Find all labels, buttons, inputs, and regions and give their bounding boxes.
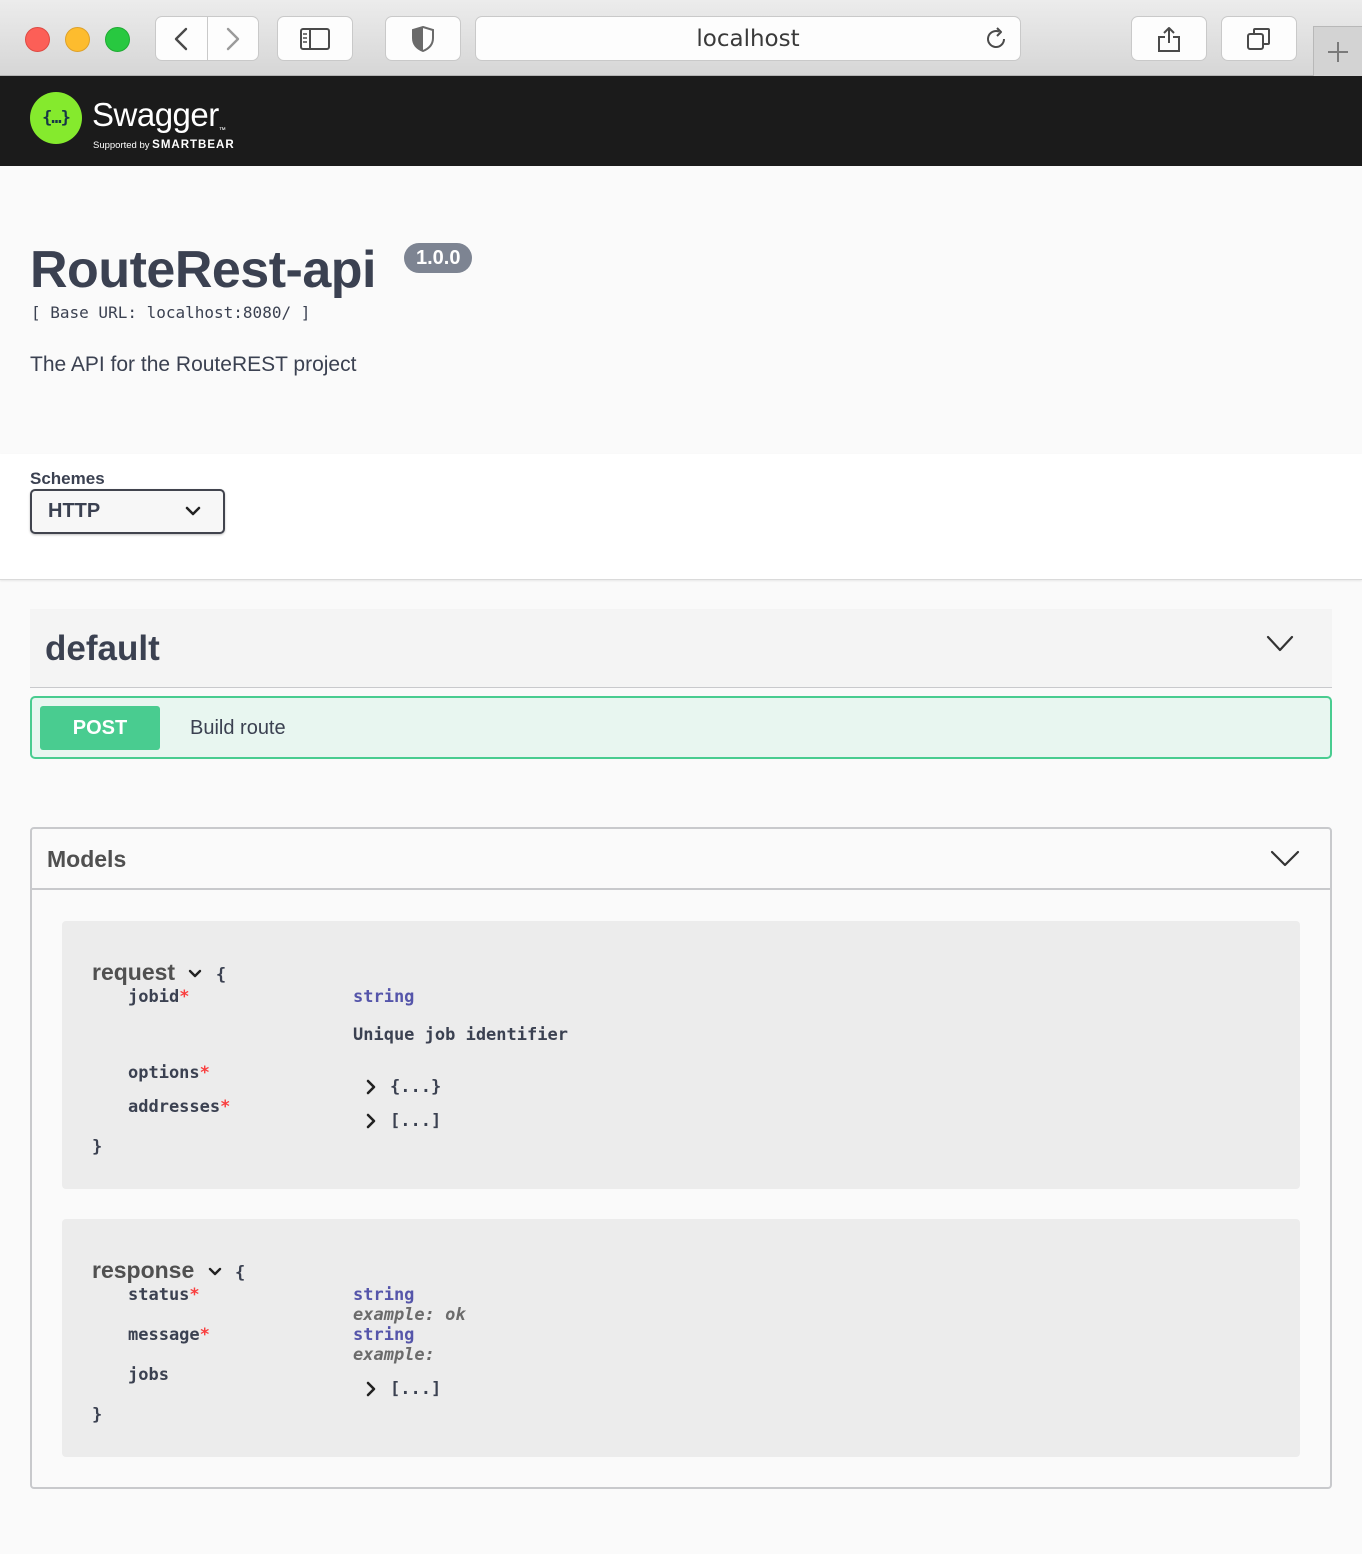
address-bar[interactable]: localhost: [475, 16, 1021, 61]
plus-icon: [1328, 41, 1348, 62]
required-marker: *: [199, 1063, 210, 1083]
tabs-icon: [1247, 27, 1270, 50]
chevron-down-icon: [208, 1267, 221, 1276]
prop-type: string: [353, 1325, 415, 1345]
swagger-logo-icon[interactable]: {…}: [30, 92, 82, 144]
chevron-right-icon: [366, 1079, 376, 1095]
supported-prefix: Supported by: [93, 140, 150, 151]
url-text: localhost: [696, 25, 800, 52]
brand-text: Swagger: [92, 96, 219, 133]
back-button[interactable]: [156, 17, 207, 60]
prop-example: example:: [353, 1345, 435, 1365]
operation-post[interactable]: POST Build route: [30, 696, 1332, 759]
zoom-window-button[interactable]: [105, 27, 130, 52]
api-description: The API for the RouteREST project: [30, 353, 357, 376]
prop-label: addresses: [128, 1097, 221, 1117]
prop-type: string: [353, 1285, 415, 1305]
tag-default-header[interactable]: default: [30, 609, 1332, 688]
chevron-down-icon: [189, 969, 202, 978]
prop-label: options: [128, 1063, 200, 1083]
expand-toggle[interactable]: [...]: [366, 1379, 441, 1399]
prop-name: jobs: [128, 1365, 169, 1385]
history-nav: [155, 16, 259, 61]
expand-toggle[interactable]: [...]: [366, 1111, 441, 1131]
tabs-overview-button[interactable]: [1221, 16, 1297, 61]
model-title: response: [92, 1257, 195, 1283]
prop-name: status*: [128, 1285, 200, 1305]
model-response: response { status* string example: ok me…: [62, 1219, 1300, 1457]
reload-icon[interactable]: [984, 27, 1008, 51]
forward-button[interactable]: [206, 17, 259, 60]
chevron-down-icon: [1266, 635, 1294, 652]
required-marker: *: [189, 1285, 200, 1305]
model-request: request { jobid* string Unique job ident…: [62, 921, 1300, 1189]
prop-label: status: [128, 1285, 190, 1305]
schemes-label: Schemes: [30, 469, 105, 488]
close-brace: }: [92, 1137, 103, 1157]
collapsed-value: {...}: [390, 1077, 442, 1097]
share-icon: [1158, 26, 1180, 52]
schemes-selected: HTTP: [48, 500, 101, 522]
models-header[interactable]: Models: [32, 829, 1330, 890]
share-button[interactable]: [1131, 16, 1207, 61]
new-tab-button[interactable]: [1313, 26, 1362, 76]
prop-label: jobs: [128, 1365, 169, 1385]
sidebar-button[interactable]: [277, 16, 353, 61]
collapsed-value: [...]: [390, 1111, 442, 1131]
collapsed-value: [...]: [390, 1379, 442, 1399]
logo-glyph: {…}: [42, 108, 71, 128]
required-marker: *: [199, 1325, 210, 1345]
expand-toggle[interactable]: {...}: [366, 1077, 441, 1097]
open-brace: {: [215, 965, 227, 985]
swagger-brand[interactable]: Swagger™: [92, 96, 226, 134]
prop-description: Unique job identifier: [353, 1025, 568, 1045]
base-url: [ Base URL: localhost:8080/ ]: [31, 303, 311, 322]
open-brace: {: [235, 1263, 246, 1283]
chevron-down-icon: [185, 506, 201, 516]
chevron-right-icon: [366, 1381, 376, 1397]
schemes-select[interactable]: HTTP: [30, 489, 225, 534]
prop-example: example: ok: [353, 1305, 466, 1325]
sidebar-icon: [300, 27, 330, 50]
required-marker: *: [220, 1097, 231, 1117]
prop-name: message*: [128, 1325, 210, 1345]
prop-label: message: [128, 1325, 200, 1345]
prop-type: string: [353, 987, 415, 1007]
close-window-button[interactable]: [25, 27, 50, 52]
chevron-down-icon: [1270, 850, 1300, 867]
version-badge: 1.0.0: [404, 243, 473, 273]
trademark: ™: [218, 127, 226, 134]
prop-name: options*: [128, 1063, 210, 1083]
chevron-right-icon: [226, 27, 239, 50]
prop-label: jobid: [128, 987, 180, 1007]
swagger-topbar: {…} Swagger™ Supported by SMARTBEAR: [0, 76, 1362, 166]
minimize-window-button[interactable]: [65, 27, 90, 52]
model-name-response[interactable]: response {: [92, 1257, 245, 1284]
model-name-request[interactable]: request {: [92, 959, 226, 986]
model-title: request: [92, 959, 176, 985]
tag-name: default: [45, 629, 160, 668]
api-title: RouteRest-api: [30, 241, 376, 299]
close-brace: }: [92, 1405, 103, 1425]
prop-name: addresses*: [128, 1097, 230, 1117]
supported-by: Supported by SMARTBEAR: [93, 139, 235, 151]
privacy-button[interactable]: [385, 16, 461, 61]
method-badge: POST: [40, 706, 160, 750]
required-marker: *: [179, 987, 190, 1007]
models-section: Models request { jobid* string Unique jo…: [30, 827, 1332, 1489]
prop-name: jobid*: [128, 987, 189, 1007]
models-title: Models: [47, 846, 127, 872]
browser-toolbar: localhost: [0, 0, 1362, 76]
chevron-right-icon: [366, 1113, 376, 1129]
chevron-left-icon: [175, 27, 188, 50]
operation-summary: Build route: [190, 717, 286, 739]
schemes-section: Schemes HTTP: [0, 454, 1362, 580]
shield-icon: [412, 25, 434, 52]
smartbear-text: SMARTBEAR: [152, 139, 235, 151]
